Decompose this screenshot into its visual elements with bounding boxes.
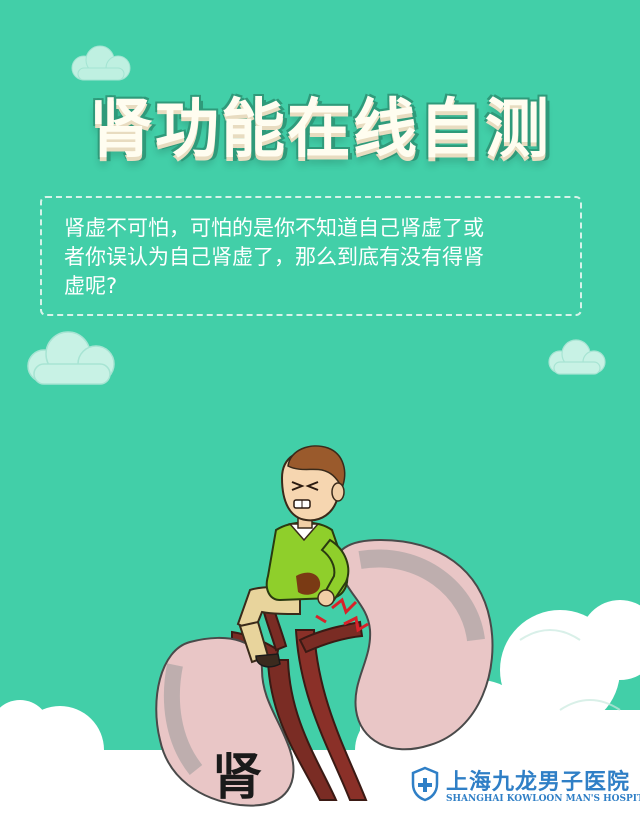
intro-line-3: 虚呢?	[64, 274, 118, 298]
poster: 肾功能在线自测 肾虚不可怕，可怕的是你不知道自己肾虚了或 者你误认为自己肾虚了，…	[0, 0, 640, 820]
page-title: 肾功能在线自测	[89, 93, 551, 167]
hospital-logo: 上海九龙男子医院 SHANGHAI KOWLOON MAN'S HOSPITAL	[410, 764, 640, 810]
cloud-right-icon	[548, 339, 606, 375]
intro-text: 肾虚不可怕，可怕的是你不知道自己肾虚了或 者你误认为自己肾虚了，那么到底有没有得…	[64, 214, 560, 301]
kidney-caption: 肾	[212, 748, 262, 806]
intro-box: 肾虚不可怕，可怕的是你不知道自己肾虚了或 者你误认为自己肾虚了，那么到底有没有得…	[40, 196, 582, 316]
kidney-illustration	[155, 445, 494, 807]
intro-line-1: 肾虚不可怕，可怕的是你不知道自己肾虚了或	[64, 216, 484, 240]
hospital-name: 上海九龙男子医院	[446, 770, 631, 795]
shield-cross-icon	[411, 766, 439, 802]
intro-line-2: 者你误认为自己肾虚了，那么到底有没有得肾	[64, 245, 484, 269]
hospital-subtitle: SHANGHAI KOWLOON MAN'S HOSPITAL	[446, 794, 640, 804]
cloud-left-icon	[27, 331, 115, 385]
